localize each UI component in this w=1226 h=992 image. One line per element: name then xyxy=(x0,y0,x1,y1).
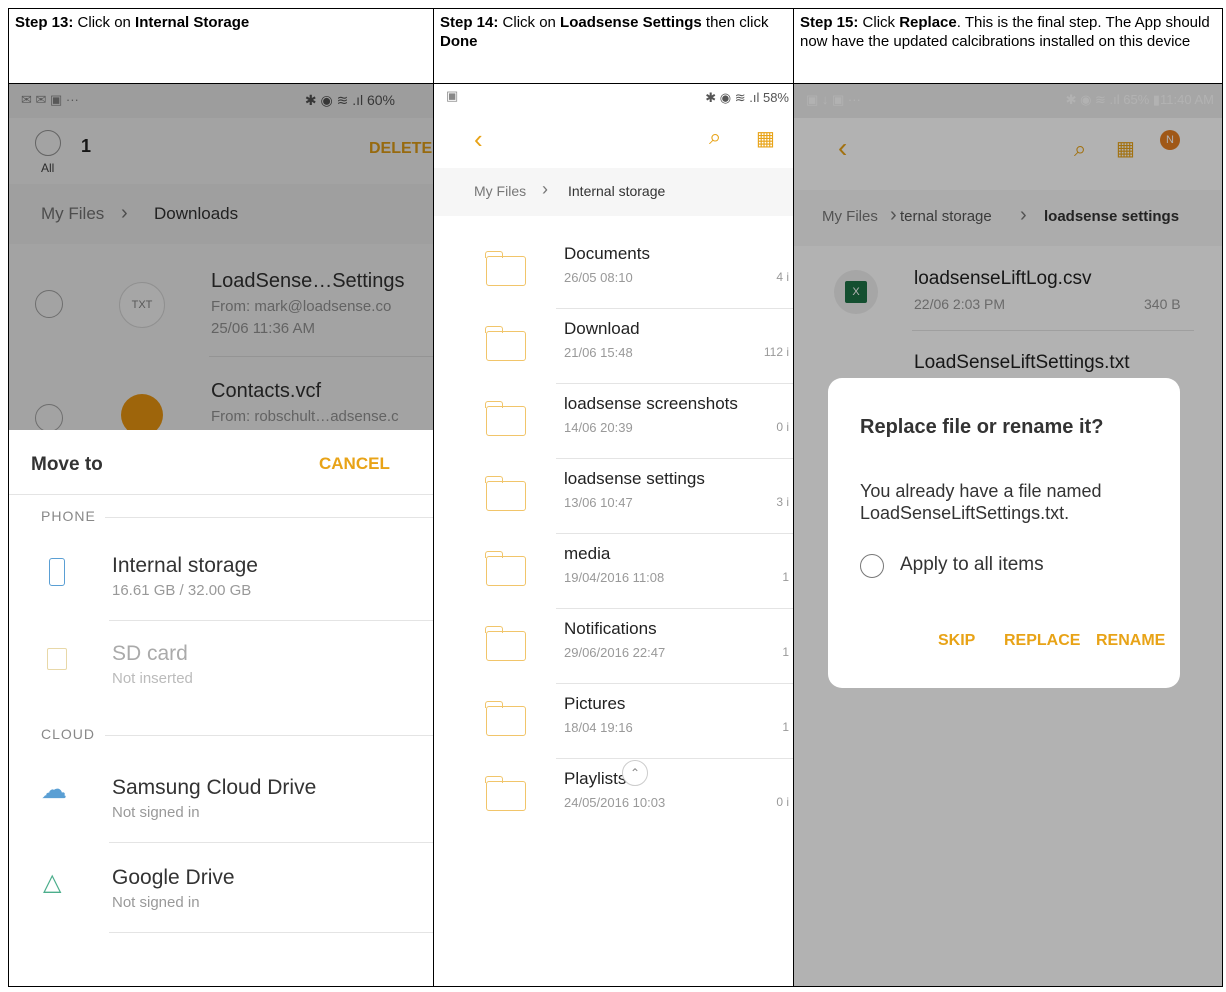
skip-button[interactable]: SKIP xyxy=(938,632,975,650)
google-drive-icon: △ xyxy=(43,869,62,896)
move-to-sheet: Move to CANCEL PHONE Internal storage 16… xyxy=(9,430,433,986)
folder-date: 29/06/2016 22:47 xyxy=(564,645,666,660)
location-detail: Not signed in xyxy=(112,804,200,821)
cloud-icon: ☁ xyxy=(41,774,67,804)
folder-date: 18/04 19:16 xyxy=(564,720,633,735)
folder-date: 26/05 08:10 xyxy=(564,270,633,285)
location-detail: Not inserted xyxy=(112,670,193,687)
chevron-right-icon: › xyxy=(542,179,548,199)
step-14-caption: Step 14: Click on Loadsense Settings the… xyxy=(433,8,794,84)
folder-date: 13/06 10:47 xyxy=(564,495,633,510)
folder-row[interactable]: Playlists 24/05/2016 10:03 0 i xyxy=(435,761,793,836)
sheet-title: Move to xyxy=(31,454,103,475)
phone-icon xyxy=(49,558,65,586)
folder-item-count: 4 i xyxy=(776,270,789,284)
folder-icon xyxy=(485,776,526,811)
dialog-title: Replace file or rename it? xyxy=(860,416,1104,438)
folder-row[interactable]: Pictures 18/04 19:16 1 xyxy=(435,686,793,761)
sd-card-icon xyxy=(47,648,67,670)
folder-icon xyxy=(485,701,526,736)
apply-all-label[interactable]: Apply to all items xyxy=(900,554,1044,576)
replace-button[interactable]: REPLACE xyxy=(1004,632,1080,650)
folder-icon xyxy=(485,251,526,286)
grid-view-icon[interactable]: ▦ xyxy=(756,126,775,151)
folder-name[interactable]: loadsense settings xyxy=(564,469,705,489)
folder-date: 24/05/2016 10:03 xyxy=(564,795,666,810)
folder-item-count: 1 xyxy=(782,570,789,584)
folder-item-count: 1 xyxy=(782,645,789,659)
folder-row[interactable]: loadsense settings 13/06 10:47 3 i xyxy=(435,461,793,536)
folder-icon xyxy=(485,401,526,436)
image-notification-icon: ▣ xyxy=(446,88,459,103)
folder-name[interactable]: Playlists xyxy=(564,769,626,789)
breadcrumb: My Files › Internal storage xyxy=(434,168,793,216)
file-list-background: ✉ ✉ ▣ ··· ✱ ◉ ≋ .ıl 60% All 1 DELETE My … xyxy=(9,84,433,436)
folder-icon xyxy=(485,551,526,586)
folder-row[interactable]: loadsense screenshots 14/06 20:39 0 i xyxy=(435,386,793,461)
step-13-caption: Step 13: Click on Internal Storage xyxy=(8,8,434,84)
folder-row[interactable]: media 19/04/2016 11:08 1 xyxy=(435,536,793,611)
folder-name[interactable]: loadsense screenshots xyxy=(564,394,738,414)
breadcrumb-root[interactable]: My Files xyxy=(474,183,526,199)
folder-icon xyxy=(485,476,526,511)
folder-row[interactable]: Documents 26/05 08:10 4 i xyxy=(435,236,793,311)
location-name[interactable]: Google Drive xyxy=(112,866,235,890)
folder-icon xyxy=(485,326,526,361)
folder-row[interactable]: Download 21/06 15:48 112 i xyxy=(435,311,793,386)
location-name[interactable]: SD card xyxy=(112,642,188,666)
cloud-section-label: CLOUD xyxy=(41,726,96,742)
folder-item-count: 1 xyxy=(782,720,789,734)
step-14-screenshot: ▣ ✱ ◉ ≋ .ıl 58% ‹ ⌕ ▦ My Files › Interna… xyxy=(433,83,794,987)
folder-item-count: 0 i xyxy=(776,795,789,809)
folder-item-count: 3 i xyxy=(776,495,789,509)
location-name[interactable]: Internal storage xyxy=(112,554,258,578)
location-name[interactable]: Samsung Cloud Drive xyxy=(112,776,316,800)
folder-name[interactable]: media xyxy=(564,544,610,564)
folder-name[interactable]: Documents xyxy=(564,244,650,264)
folder-name[interactable]: Download xyxy=(564,319,640,339)
folder-item-count: 112 i xyxy=(763,345,789,359)
status-icons: ✱ ◉ ≋ .ıl 58% xyxy=(705,90,789,105)
breadcrumb-current[interactable]: Internal storage xyxy=(568,183,665,199)
folder-row[interactable]: Notifications 29/06/2016 22:47 1 xyxy=(435,611,793,686)
folder-date: 19/04/2016 11:08 xyxy=(564,570,665,585)
folder-icon xyxy=(485,626,526,661)
step-15-screenshot: ▣ ↓ ▣ ··· ✱ ◉ ≋ .ıl 65% ▮11:40 AM ‹ ⌕ ▦ … xyxy=(793,83,1223,987)
search-icon[interactable]: ⌕ xyxy=(709,124,721,150)
step-15-caption: Step 15: Click Replace. This is the fina… xyxy=(793,8,1223,84)
apply-all-checkbox[interactable] xyxy=(860,554,884,578)
cancel-button[interactable]: CANCEL xyxy=(319,454,390,474)
step-13-screenshot: ✉ ✉ ▣ ··· ✱ ◉ ≋ .ıl 60% All 1 DELETE My … xyxy=(8,83,434,987)
scroll-to-top-icon[interactable]: ⌃ xyxy=(622,760,648,786)
folder-name[interactable]: Notifications xyxy=(564,619,657,639)
location-detail: 16.61 GB / 32.00 GB xyxy=(112,582,252,599)
location-detail: Not signed in xyxy=(112,894,200,911)
folder-date: 21/06 15:48 xyxy=(564,345,633,360)
folder-item-count: 0 i xyxy=(776,420,789,434)
rename-button[interactable]: RENAME xyxy=(1096,632,1165,650)
dim-overlay xyxy=(9,84,433,430)
dialog-message: You already have a file named LoadSenseL… xyxy=(860,481,1102,523)
back-icon[interactable]: ‹ xyxy=(474,124,483,155)
replace-dialog: Replace file or rename it? You already h… xyxy=(828,378,1180,688)
folder-name[interactable]: Pictures xyxy=(564,694,625,714)
folder-date: 14/06 20:39 xyxy=(564,420,633,435)
status-bar: ▣ ✱ ◉ ≋ .ıl 58% xyxy=(435,85,793,119)
phone-section-label: PHONE xyxy=(41,508,96,524)
steps-table: Step 13: Click on Internal Storage Step … xyxy=(8,8,1223,987)
